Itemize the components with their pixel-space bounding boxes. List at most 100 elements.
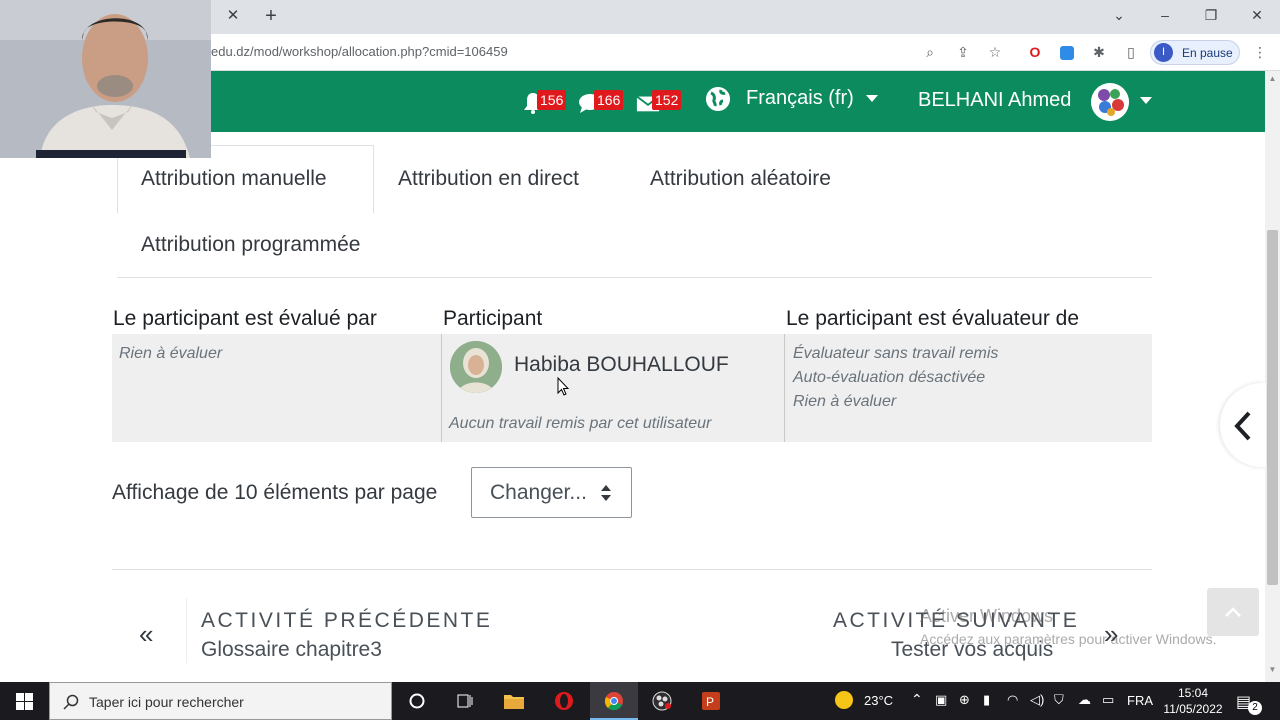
participant-avatar-image	[450, 341, 502, 393]
scroll-thumb[interactable]	[1267, 230, 1278, 585]
tab-search-icon[interactable]: ⌄	[1104, 4, 1134, 26]
onedrive-icon[interactable]: ☁	[1078, 692, 1091, 708]
bookmark-star-icon[interactable]: ☆	[985, 42, 1005, 62]
defender-icon[interactable]: ⛉	[1054, 692, 1064, 708]
profile-avatar: I	[1154, 43, 1173, 62]
evaluated-by-cell: Rien à évaluer	[119, 345, 223, 362]
participant-name-link[interactable]: Habiba BOUHALLOUF	[514, 353, 729, 377]
back-to-top-button[interactable]	[1207, 588, 1259, 636]
input-language[interactable]: FRA	[1127, 693, 1153, 708]
cortana-button[interactable]	[393, 682, 441, 720]
user-avatar[interactable]	[1091, 83, 1129, 121]
windows-logo-icon	[16, 693, 33, 710]
column-divider	[784, 334, 785, 442]
extension-blue-icon[interactable]	[1057, 42, 1077, 62]
side-panel-icon[interactable]: ▯	[1121, 42, 1141, 62]
chrome-icon	[604, 692, 623, 711]
wifi-icon[interactable]: ◠	[1007, 692, 1018, 708]
search-icon	[63, 694, 79, 710]
powerpoint-icon: P	[702, 692, 720, 710]
tray-expand-icon[interactable]: ⌃	[911, 691, 923, 708]
chevron-up-icon	[1225, 607, 1241, 617]
opera-icon	[555, 692, 573, 710]
browser-menu-icon[interactable]: ⋮	[1250, 42, 1270, 62]
webcam-image	[0, 0, 211, 158]
share-icon[interactable]: ⇪	[953, 42, 973, 62]
tab-random-allocation[interactable]: Attribution aléatoire	[650, 167, 831, 191]
evaluator-of-line: Évaluateur sans travail remis	[793, 345, 999, 362]
participant-avatar	[450, 341, 502, 393]
windows-activation-message: Accédez aux paramètres pour activer Wind…	[920, 631, 1217, 647]
participant-note: Aucun travail remis par cet utilisateur	[449, 415, 712, 432]
user-menu-caret-icon	[1140, 97, 1152, 104]
user-avatar-image	[1091, 83, 1129, 121]
obs-icon	[652, 691, 672, 711]
header-evaluator-of: Le participant est évaluateur de	[786, 307, 1080, 330]
header-evaluated-by: Le participant est évalué par	[113, 307, 377, 330]
tab-close-icon[interactable]: ✕	[223, 6, 243, 26]
profile-pause-button[interactable]: I En pause	[1150, 40, 1240, 65]
scroll-up-arrow-icon[interactable]: ▲	[1265, 71, 1280, 86]
drawer-toggle-button[interactable]	[1220, 383, 1266, 467]
clock-date: 11/05/2022	[1163, 702, 1223, 716]
folder-icon	[504, 695, 524, 709]
windows-activation-title: Activer Windows	[920, 606, 1054, 626]
weather-sun-icon[interactable]	[834, 690, 854, 710]
mouse-cursor-icon	[557, 377, 570, 396]
opera-extension-icon[interactable]: O	[1025, 42, 1045, 62]
evaluator-of-line: Rien à évaluer	[793, 393, 897, 410]
user-menu-name[interactable]: BELHANI Ahmed	[918, 89, 1071, 112]
notifications-badge: 156	[537, 90, 567, 110]
cortana-circle-icon	[409, 693, 425, 709]
url-text[interactable]: edu.dz/mod/workshop/allocation.php?cmid=…	[211, 44, 508, 59]
close-window-button[interactable]: ✕	[1242, 4, 1272, 26]
select-arrows-icon	[601, 485, 611, 501]
language-caret-icon	[866, 95, 878, 102]
tab-scheduled-allocation[interactable]: Attribution programmée	[141, 233, 360, 257]
messages-badge: 166	[594, 90, 624, 110]
task-view-button[interactable]	[441, 682, 489, 720]
tab-live-allocation[interactable]: Attribution en direct	[398, 167, 579, 191]
volume-icon[interactable]: ◁)	[1030, 692, 1044, 708]
weather-temperature[interactable]: 23°C	[864, 693, 893, 708]
minimize-button[interactable]: –	[1150, 4, 1180, 26]
perpage-label: Affichage de 10 éléments par page	[112, 481, 438, 504]
new-tab-button[interactable]: +	[260, 4, 282, 28]
powerpoint-button[interactable]: P	[687, 682, 735, 720]
usb-icon[interactable]: ▮	[983, 692, 990, 708]
tabs-divider	[117, 277, 1152, 278]
previous-activity-title[interactable]: Glossaire chapitre3	[201, 638, 382, 662]
tab-manual-allocation[interactable]: Attribution manuelle	[141, 167, 327, 191]
opera-button[interactable]	[540, 682, 588, 720]
taskbar-clock[interactable]: 15:04 11/05/2022	[1160, 685, 1226, 717]
column-divider	[441, 334, 442, 442]
profile-status: En pause	[1182, 46, 1233, 60]
svg-text:P: P	[706, 695, 714, 709]
security-icon[interactable]: ⊕	[959, 692, 970, 708]
extensions-puzzle-icon[interactable]: ✱	[1089, 42, 1109, 62]
notification-count-badge: 2	[1248, 701, 1262, 715]
evaluator-of-line: Auto-évaluation désactivée	[793, 369, 986, 386]
perpage-select-value: Changer...	[490, 481, 587, 504]
meet-now-icon[interactable]: ▣	[935, 692, 947, 708]
zoom-icon[interactable]: ⌕	[920, 42, 940, 62]
previous-activity-chevron-icon[interactable]: «	[139, 619, 153, 650]
language-selector[interactable]: Français (fr)	[746, 87, 854, 110]
taskbar-search-placeholder: Taper ici pour rechercher	[89, 694, 244, 710]
perpage-select[interactable]: Changer...	[471, 467, 632, 518]
taskbar-search-box[interactable]: Taper ici pour rechercher	[49, 682, 392, 720]
obs-button[interactable]	[638, 682, 686, 720]
task-view-icon	[457, 694, 473, 708]
battery-icon[interactable]: ▭	[1102, 692, 1114, 708]
start-button[interactable]	[0, 682, 48, 720]
scroll-down-arrow-icon[interactable]: ▼	[1265, 662, 1280, 677]
clock-time: 15:04	[1177, 686, 1209, 700]
windows-taskbar: Taper ici pour rechercher P 23°C ⌃ ▣ ⊕ ▮…	[0, 682, 1280, 720]
footer-divider	[112, 569, 1152, 570]
globe-icon	[706, 87, 730, 111]
header-participant: Participant	[443, 307, 543, 330]
restore-button[interactable]: ❐	[1196, 4, 1226, 26]
chevron-left-icon	[1234, 411, 1251, 441]
chrome-button[interactable]	[590, 682, 638, 720]
file-explorer-button[interactable]	[490, 682, 538, 720]
